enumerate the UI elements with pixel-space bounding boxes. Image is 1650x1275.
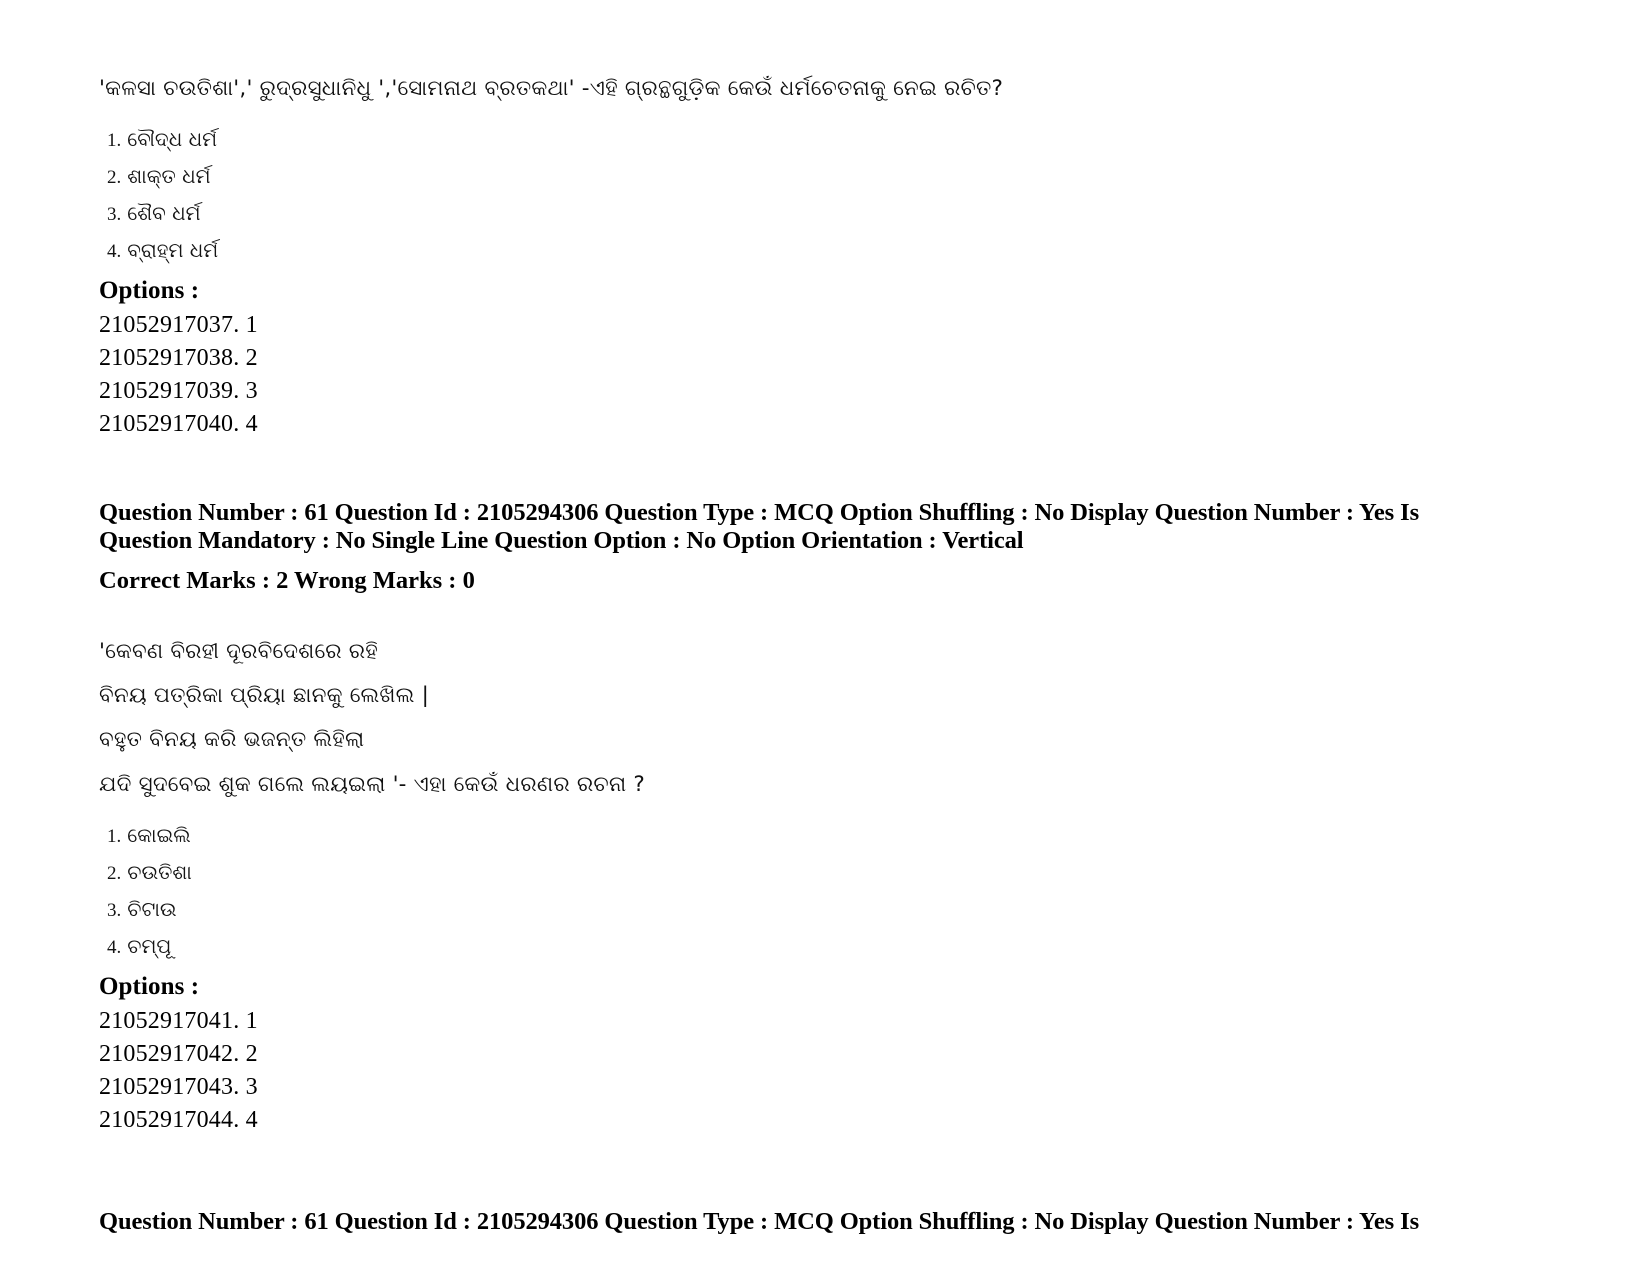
stem-line: ଯଦି ସୁଦବେଇ ଶୁକ ଗଲେ ଲୟଇଲା '- ଏହା କେଉଁ ଧରଣ… bbox=[99, 771, 646, 797]
option-id-row: 21052917041. 1 bbox=[99, 1007, 258, 1034]
metadata-line-1: Question Number : 61 Question Id : 21052… bbox=[99, 1208, 1419, 1236]
question-stem-61: 'କେବଣ ବିରହୀ ଦୂରବିଦେଶରେ ରହି ବିନୟ ପତ୍ରିକା … bbox=[99, 635, 1519, 801]
choice-item[interactable]: 4. ଚମ୍ପୂ bbox=[99, 936, 1519, 957]
choice-list-61: 1. କୋଇଲି 2. ଚଉତିଶା 3. ଚିଟାଉ 4. ଚମ୍ପୂ bbox=[99, 825, 1519, 957]
choice-label: କୋଇଲି bbox=[127, 822, 191, 847]
metadata-line-1: Question Number : 61 Question Id : 21052… bbox=[99, 498, 1419, 526]
choice-label: ଚଉତିଶା bbox=[127, 859, 192, 884]
stem-line: ବହୁତ ବିନୟ କରି ଭଜନ୍ତ ଲିହିଲା bbox=[99, 727, 365, 753]
choice-number: 1. bbox=[107, 130, 122, 152]
choice-item[interactable]: 4. ବ୍ରାହ୍ମ ଧର୍ମ bbox=[99, 240, 1519, 261]
choice-label: ବ୍ରାହ୍ମ ଧର୍ମ bbox=[127, 238, 219, 263]
choice-label: ବୌଦ୍ଧ ଧର୍ମ bbox=[127, 127, 218, 152]
question-stem-60: 'କଳସା ଚଉତିଶା',' ରୁଦ୍ରସୁଧାନିଧୁ ','ସୋମନାଥ … bbox=[99, 76, 1004, 101]
choice-number: 2. bbox=[107, 862, 122, 884]
option-id-row: 21052917043. 3 bbox=[99, 1073, 258, 1100]
stem-line: 'କେବଣ ବିରହୀ ଦୂରବିଦେଶରେ ରହି bbox=[99, 638, 378, 664]
choice-item[interactable]: 1. ବୌଦ୍ଧ ଧର୍ମ bbox=[99, 129, 1519, 150]
question-block-61: 'କେବଣ ବିରହୀ ଦୂରବିଦେଶରେ ରହି ବିନୟ ପତ୍ରିକା … bbox=[99, 635, 1519, 1137]
marks-line: Correct Marks : 2 Wrong Marks : 0 bbox=[99, 566, 475, 594]
choice-label: ଚିଟାଉ bbox=[127, 896, 177, 921]
option-id-row: 21052917038. 2 bbox=[99, 345, 258, 372]
choice-item[interactable]: 3. ଶୈବ ଧର୍ମ bbox=[99, 203, 1519, 224]
page-content: 'କଳସା ଚଉତିଶା',' ରୁଦ୍ରସୁଧାନିଧୁ ','ସୋମନାଥ … bbox=[99, 72, 1519, 1236]
choice-number: 2. bbox=[107, 167, 122, 189]
choice-item[interactable]: 2. ଚଉତିଶା bbox=[99, 862, 1519, 883]
choice-item[interactable]: 3. ଚିଟାଉ bbox=[99, 899, 1519, 920]
option-id-row: 21052917044. 4 bbox=[99, 1106, 258, 1133]
question-block-60: 'କଳସା ଚଉତିଶା',' ରୁଦ୍ରସୁଧାନିଧୁ ','ସୋମନାଥ … bbox=[99, 72, 1519, 441]
option-id-row: 21052917037. 1 bbox=[99, 312, 258, 339]
stem-line: ବିନୟ ପତ୍ରିକା ପ୍ରିୟା ଛାନକୁ ଲେଖିଲ | bbox=[99, 682, 430, 708]
choice-number: 3. bbox=[107, 899, 122, 921]
choice-label: ଚମ୍ପୂ bbox=[127, 933, 172, 958]
choice-list-60: 1. ବୌଦ୍ଧ ଧର୍ମ 2. ଶାକ୍ତ ଧର୍ମ 3. ଶୈବ ଧର୍ମ 4. ବ… bbox=[99, 129, 1519, 261]
choice-label: ଶାକ୍ତ ଧର୍ମ bbox=[127, 164, 211, 189]
choice-number: 3. bbox=[107, 204, 122, 226]
question-metadata-block-2: Question Number : 61 Question Id : 21052… bbox=[99, 1208, 1519, 1236]
document-page: 'କଳସା ଚଉତିଶା',' ରୁଦ୍ରସୁଧାନିଧୁ ','ସୋମନାଥ … bbox=[0, 0, 1650, 1275]
choice-number: 1. bbox=[107, 825, 122, 847]
option-id-list-61: 21052917041. 1 21052917042. 2 2105291704… bbox=[99, 1005, 1519, 1137]
options-heading-60: Options : bbox=[99, 277, 200, 305]
choice-label: ଶୈବ ଧର୍ମ bbox=[127, 201, 201, 226]
option-id-row: 21052917040. 4 bbox=[99, 410, 258, 437]
choice-number: 4. bbox=[107, 936, 122, 958]
option-id-row: 21052917039. 3 bbox=[99, 378, 258, 405]
option-id-row: 21052917042. 2 bbox=[99, 1040, 258, 1067]
option-id-list-60: 21052917037. 1 21052917038. 2 2105291703… bbox=[99, 309, 1519, 441]
choice-item[interactable]: 1. କୋଇଲି bbox=[99, 825, 1519, 846]
options-heading-61: Options : bbox=[99, 972, 200, 1000]
question-metadata-block-1: Question Number : 61 Question Id : 21052… bbox=[99, 499, 1519, 555]
choice-number: 4. bbox=[107, 241, 122, 263]
metadata-line-2: Question Mandatory : No Single Line Ques… bbox=[99, 526, 1024, 554]
choice-item[interactable]: 2. ଶାକ୍ତ ଧର୍ମ bbox=[99, 166, 1519, 187]
